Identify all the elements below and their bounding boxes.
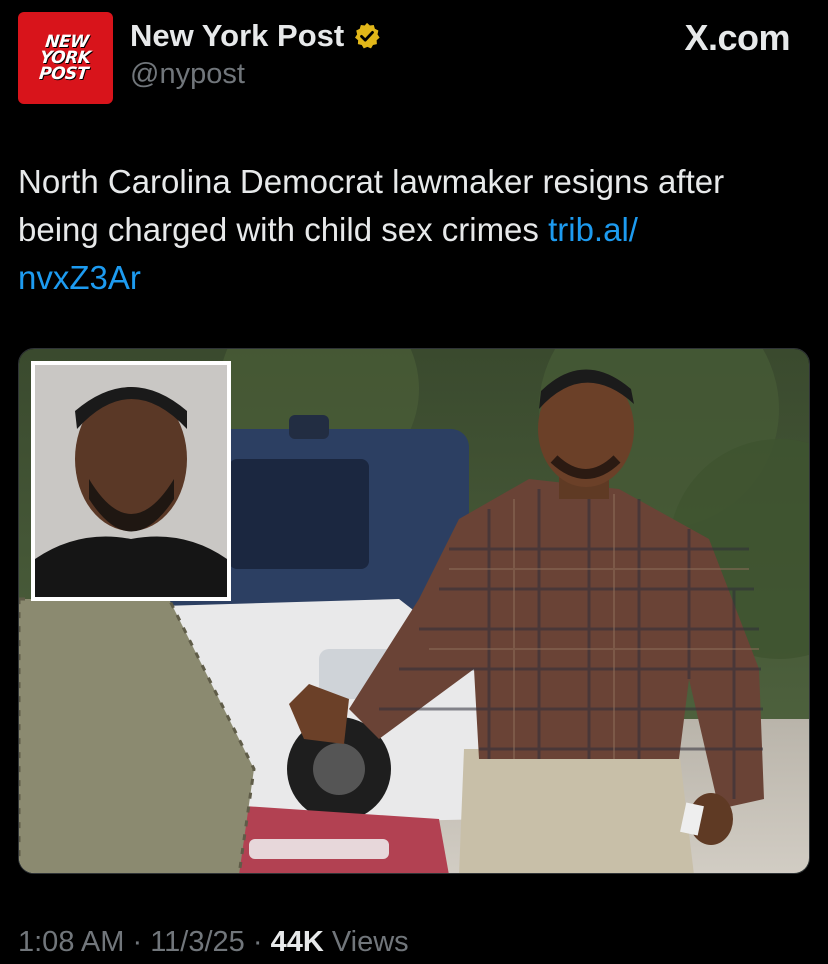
tweet-time[interactable]: 1:08 AM (18, 926, 124, 958)
display-name-row: New York Post (130, 16, 382, 56)
display-name[interactable]: New York Post (130, 16, 344, 56)
photo-with-mugshot-inset (19, 349, 809, 873)
avatar-logo-text: NEW YORK POST (38, 32, 92, 84)
meta-separator: · (124, 926, 151, 958)
meta-separator: · (244, 926, 271, 958)
tweet-header: NEW YORK POST New York Post @nypost X.co… (18, 12, 810, 104)
tweet-media-photo[interactable] (18, 348, 810, 874)
tweet-text: North Carolina Democrat lawmaker resigns… (18, 158, 810, 302)
tweet-meta: 1:08 AM · 11/3/25 · 44K Views (18, 920, 409, 964)
x-logo-label: X.com (684, 17, 790, 58)
views-count[interactable]: 44K (271, 926, 324, 958)
tweet-date[interactable]: 11/3/25 (150, 926, 245, 958)
verified-badge-icon (352, 21, 382, 51)
avatar[interactable]: NEW YORK POST (18, 12, 113, 104)
account-handle[interactable]: @nypost (130, 54, 382, 94)
account-name-block: New York Post @nypost (130, 16, 382, 94)
views-label: Views (323, 926, 409, 958)
